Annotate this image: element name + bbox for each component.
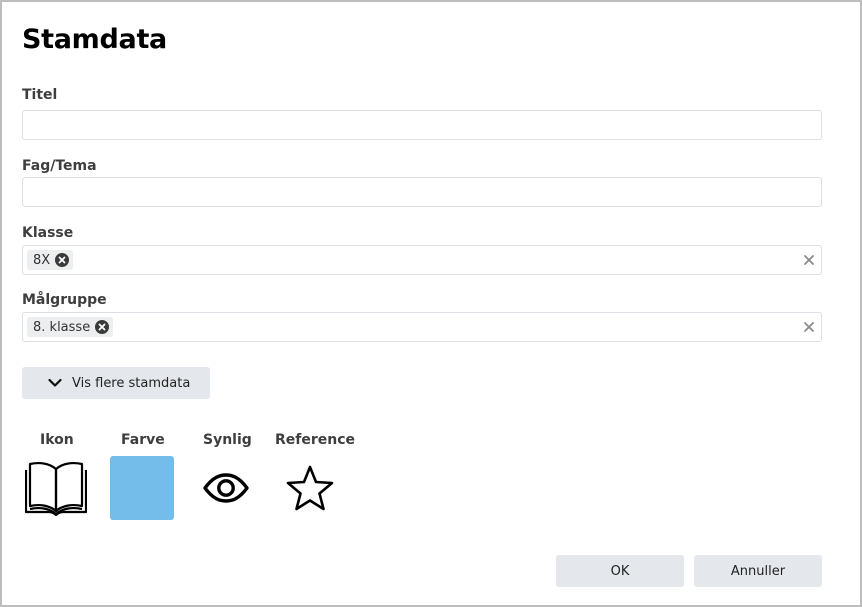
show-more-label: Vis flere stamdata — [72, 375, 191, 391]
klasse-chip-label: 8X — [33, 252, 51, 268]
farve-label: Farve — [121, 432, 165, 448]
icon-picker[interactable] — [24, 456, 88, 520]
reference-toggle[interactable] — [278, 456, 342, 520]
visibility-toggle[interactable] — [194, 456, 258, 520]
clear-maalgruppe-icon[interactable] — [802, 320, 816, 334]
ok-button[interactable]: OK — [556, 555, 684, 587]
ikon-label: Ikon — [40, 432, 74, 448]
titel-input[interactable] — [22, 110, 822, 140]
klasse-chip: 8X — [27, 250, 74, 270]
synlig-label: Synlig — [203, 432, 252, 448]
open-book-icon — [25, 461, 87, 517]
clear-klasse-icon[interactable] — [802, 253, 816, 267]
show-more-button[interactable]: Vis flere stamdata — [22, 367, 210, 399]
chevron-down-icon — [48, 378, 62, 387]
titel-label: Titel — [22, 87, 58, 103]
eye-icon — [203, 473, 249, 503]
klasse-label: Klasse — [22, 225, 74, 241]
color-swatch[interactable] — [110, 456, 174, 520]
fag-tema-input[interactable] — [22, 177, 822, 207]
fag-tema-label: Fag/Tema — [22, 158, 97, 174]
stamdata-dialog: Stamdata Titel Fag/Tema Klasse 8X Målgru… — [0, 0, 862, 607]
star-outline-icon — [286, 465, 334, 511]
cancel-button[interactable]: Annuller — [694, 555, 822, 587]
klasse-select[interactable]: 8X — [22, 245, 822, 275]
maalgruppe-chip: 8. klasse — [27, 317, 114, 337]
remove-chip-icon[interactable] — [55, 253, 70, 267]
remove-chip-icon[interactable] — [95, 320, 110, 334]
dialog-title: Stamdata — [22, 24, 167, 55]
maalgruppe-select[interactable]: 8. klasse — [22, 312, 822, 342]
maalgruppe-label: Målgruppe — [22, 292, 107, 308]
maalgruppe-chip-label: 8. klasse — [33, 319, 91, 335]
reference-label: Reference — [275, 432, 356, 448]
